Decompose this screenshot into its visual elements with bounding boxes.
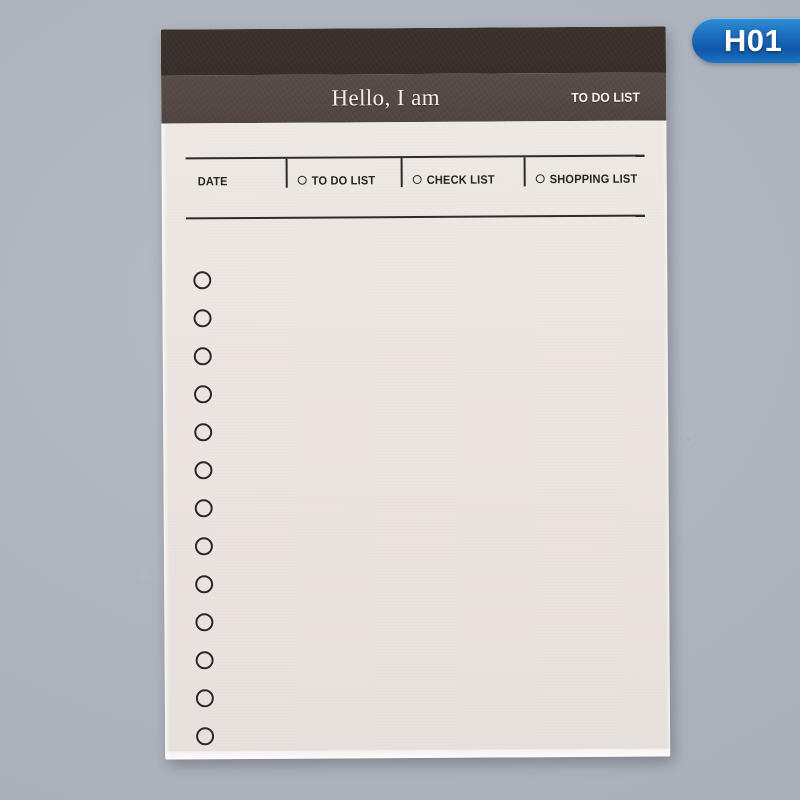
column-label-check-list: CHECK LIST bbox=[426, 172, 495, 187]
column-label-shopping-list: SHOPPING LIST bbox=[549, 171, 638, 187]
notepad: Hello, I am TO DO LIST DATE TO DO LIST C… bbox=[160, 26, 674, 766]
column-label-to-do-list: TO DO LIST bbox=[311, 173, 376, 188]
notepad-paper: DATE TO DO LIST CHECK LIST SHOPPING LIST bbox=[161, 120, 671, 760]
column-to-do-list: TO DO LIST bbox=[285, 158, 401, 188]
paper-left-edge bbox=[161, 123, 171, 760]
bullet-circle-column bbox=[187, 271, 230, 759]
variant-badge-label: H01 bbox=[723, 22, 783, 58]
bullet-circle bbox=[193, 347, 212, 366]
notepad-header-mid-band: Hello, I am TO DO LIST bbox=[161, 72, 667, 124]
bullet-circle bbox=[195, 575, 214, 594]
notepad-header-dark-band bbox=[160, 26, 667, 76]
bullet-circle bbox=[193, 385, 213, 404]
notepad-body: Hello, I am TO DO LIST DATE TO DO LIST C… bbox=[160, 26, 671, 760]
notepad-type-tag: TO DO LIST bbox=[571, 89, 641, 105]
bullet-circle bbox=[195, 651, 214, 670]
bullet-circle bbox=[195, 613, 214, 632]
column-date: DATE bbox=[186, 159, 286, 189]
circle-icon bbox=[535, 174, 545, 184]
bullet-circle bbox=[195, 689, 214, 708]
bullet-circle bbox=[194, 423, 213, 442]
column-label-date: DATE bbox=[197, 174, 228, 189]
product-photo-scene: Hello, I am TO DO LIST DATE TO DO LIST C… bbox=[0, 0, 800, 800]
bullet-circle bbox=[193, 309, 212, 328]
column-header-table: DATE TO DO LIST CHECK LIST SHOPPING LIST bbox=[185, 154, 645, 220]
circle-icon bbox=[412, 174, 422, 185]
circle-icon bbox=[297, 175, 307, 185]
notepad-title: Hello, I am bbox=[331, 84, 441, 111]
column-shopping-list: SHOPPING LIST bbox=[523, 156, 645, 187]
bullet-circle bbox=[194, 499, 213, 518]
bullet-circle bbox=[196, 727, 215, 746]
bullet-circle bbox=[194, 461, 213, 480]
bullet-circle bbox=[193, 271, 212, 290]
variant-badge: H01 bbox=[692, 18, 800, 63]
bullet-circle bbox=[194, 537, 213, 556]
column-check-list: CHECK LIST bbox=[400, 157, 524, 188]
